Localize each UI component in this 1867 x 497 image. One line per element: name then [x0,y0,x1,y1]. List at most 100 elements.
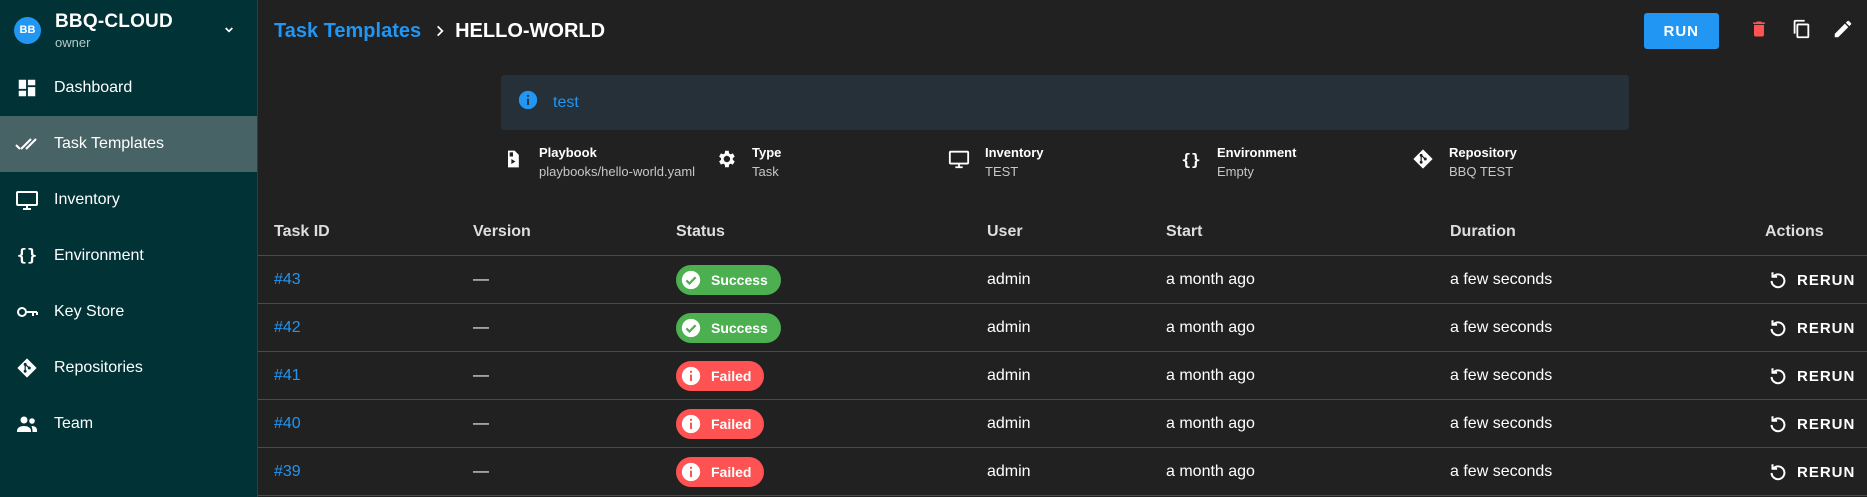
replay-icon [1767,413,1789,435]
tasks-table: Task ID Version Status User Start Durati… [258,209,1867,496]
detail-value: Empty [1217,164,1254,179]
task-version: — [473,367,489,384]
detail-title: Inventory [985,145,1044,160]
table-row: #42 — Success admin a month ago a few se… [258,304,1867,352]
task-id-link[interactable]: #40 [274,400,301,448]
task-user: admin [987,319,1031,336]
sidebar-item-key-store[interactable]: Key Store [0,284,257,340]
playbook-icon [501,147,525,171]
task-start: a month ago [1166,367,1255,384]
status-cell: Failed [676,448,765,496]
task-duration: a few seconds [1450,463,1553,480]
gear-icon [714,147,738,171]
status-label: Failed [711,416,752,432]
breadcrumb-task-templates[interactable]: Task Templates [274,20,421,43]
top-bar: Task Templates HELLO-WORLD RUN [258,0,1867,62]
delete-button[interactable] [1741,13,1777,49]
table-row: #40 — Failed admin a month ago a few sec… [258,400,1867,448]
project-avatar: BB [14,16,41,44]
task-duration: a few seconds [1450,367,1553,384]
sidebar-item-label: Key Store [54,303,125,320]
status-badge: Failed [676,409,765,439]
description-alert: test [501,75,1629,130]
column-header-status[interactable]: Status [676,223,725,241]
detail-text: Inventory TEST [985,145,1044,179]
detail-text: Playbook playbooks/hello-world.yaml [539,145,695,179]
monitor-icon [14,187,40,213]
double-check-icon [14,131,40,157]
template-actions: RUN [1643,13,1867,49]
rerun-button[interactable]: RERUN [1767,352,1855,400]
task-version: — [473,415,489,432]
rerun-label: RERUN [1797,271,1856,289]
description-text: test [553,93,579,111]
task-id-link[interactable]: #43 [274,256,301,304]
column-header-user[interactable]: User [987,223,1023,241]
detail-title: Environment [1217,145,1297,160]
task-start: a month ago [1166,319,1255,336]
detail-title: Repository [1449,145,1517,160]
info-circle-icon [680,461,702,483]
column-header-task-id[interactable]: Task ID [274,223,330,241]
braces-icon: {} [16,246,38,266]
task-id-link[interactable]: #41 [274,352,301,400]
detail-title: Type [752,145,782,160]
status-cell: Failed [676,352,765,400]
braces-icon: {} [1181,149,1201,169]
rerun-button[interactable]: RERUN [1767,400,1855,448]
sidebar: BB BBQ-CLOUD owner Dashboard Task Templa… [0,0,258,497]
sidebar-item-label: Dashboard [54,79,133,96]
status-badge: Failed [676,361,765,391]
status-label: Success [711,272,768,288]
sidebar-item-dashboard[interactable]: Dashboard [0,60,257,116]
column-header-start[interactable]: Start [1166,223,1202,241]
task-user: admin [987,367,1031,384]
status-badge: Failed [676,457,765,487]
detail-playbook: Playbook playbooks/hello-world.yaml [501,145,695,179]
detail-text: Repository BBQ TEST [1449,145,1517,179]
column-header-version[interactable]: Version [473,223,531,241]
sidebar-item-team[interactable]: Team [0,396,257,452]
sidebar-item-task-templates[interactable]: Task Templates [0,116,257,172]
run-button[interactable]: RUN [1643,13,1719,49]
chevron-down-icon[interactable] [221,22,237,43]
project-switcher[interactable]: BB BBQ-CLOUD owner [0,0,257,60]
status-cell: Success [676,256,781,304]
task-start: a month ago [1166,271,1255,288]
project-name: BBQ-CLOUD [55,10,173,32]
sidebar-item-inventory[interactable]: Inventory [0,172,257,228]
page-title: HELLO-WORLD [455,19,606,42]
detail-inventory: Inventory TEST [947,145,1044,179]
dashboard-icon [14,75,40,101]
task-start: a month ago [1166,415,1255,432]
info-circle-icon [680,365,702,387]
rerun-button[interactable]: RERUN [1767,304,1855,352]
detail-repository: Repository BBQ TEST [1411,145,1517,179]
chevron-right-icon [433,24,447,38]
rerun-label: RERUN [1797,367,1856,385]
rerun-label: RERUN [1797,415,1856,433]
task-id-link[interactable]: #42 [274,304,301,352]
edit-button[interactable] [1825,13,1861,49]
git-icon [14,355,40,381]
pencil-icon [1832,18,1854,45]
sidebar-item-label: Repositories [54,359,143,376]
status-label: Success [711,320,768,336]
detail-value: TEST [985,164,1019,179]
task-duration: a few seconds [1450,415,1553,432]
table-row: #39 — Failed admin a month ago a few sec… [258,448,1867,496]
project-info: BBQ-CLOUD owner [55,11,173,50]
rerun-button[interactable]: RERUN [1767,256,1855,304]
status-cell: Success [676,304,781,352]
task-version: — [473,463,489,480]
copy-button[interactable] [1783,13,1819,49]
sidebar-item-repositories[interactable]: Repositories [0,340,257,396]
task-id-link[interactable]: #39 [274,448,301,496]
sidebar-item-environment[interactable]: {} Environment [0,228,257,284]
git-icon [1411,147,1435,171]
rerun-label: RERUN [1797,463,1856,481]
rerun-button[interactable]: RERUN [1767,448,1855,496]
sidebar-nav: Dashboard Task Templates Inventory {} En… [0,60,257,452]
column-header-duration[interactable]: Duration [1450,223,1516,241]
detail-value: Task [752,164,779,179]
